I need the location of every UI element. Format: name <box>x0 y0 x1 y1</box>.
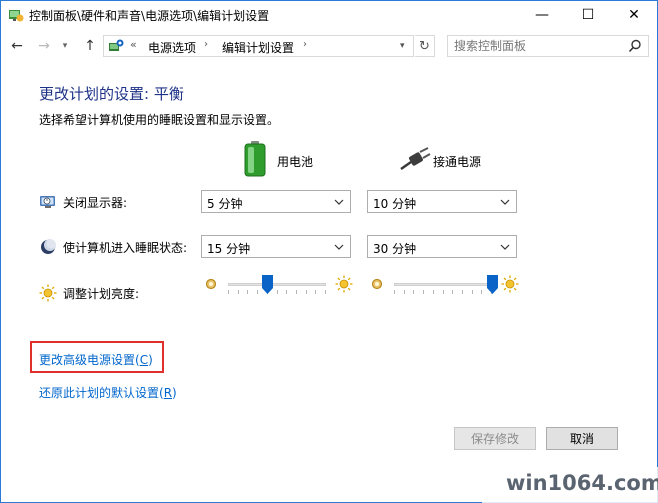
slider-tick <box>472 290 473 294</box>
link-text: 还原此计划的默认设置( <box>39 386 164 400</box>
brightness-label: 调整计划亮度: <box>63 287 140 301</box>
moon-icon <box>41 238 57 254</box>
breadcrumb-separator[interactable]: › <box>204 39 208 50</box>
slider-track[interactable] <box>394 283 492 286</box>
address-bar[interactable]: « 电源选项 › 编辑计划设置 › ▾ <box>103 35 414 57</box>
select-value: 10 分钟 <box>373 197 417 211</box>
slider-tick <box>325 290 326 294</box>
chevron-down-icon <box>334 199 344 205</box>
slider-ticks <box>394 290 492 295</box>
slider-tick <box>286 290 287 294</box>
bright-sun-icon <box>501 275 519 293</box>
slider-tick <box>413 290 414 294</box>
slider-tick <box>423 290 424 294</box>
chevron-down-icon <box>500 199 510 205</box>
dim-sun-icon <box>371 278 383 290</box>
page-subtitle: 选择希望计算机使用的睡眠设置和显示设置。 <box>39 113 280 127</box>
breadcrumb-overflow[interactable]: « <box>130 38 137 51</box>
column-label-plugged-in: 接通电源 <box>433 155 482 169</box>
bright-sun-icon <box>335 275 353 293</box>
cancel-button[interactable]: 取消 <box>546 427 618 450</box>
slider-tick <box>247 290 248 294</box>
power-options-icon <box>109 39 124 51</box>
search-icon[interactable] <box>627 38 643 54</box>
slider-tick <box>238 290 239 294</box>
content-area: 更改计划的设置: 平衡 选择希望计算机使用的睡眠设置和显示设置。 用电池 接通电… <box>1 63 658 503</box>
restore-defaults-link[interactable]: 还原此计划的默认设置(R) <box>39 384 177 401</box>
edit-plan-settings-window: 控制面板\硬件和声音\电源选项\编辑计划设置 — ☐ ✕ ← → ▾ ↑ « 电… <box>0 0 658 503</box>
link-text: ) <box>172 386 177 400</box>
slider-thumb[interactable] <box>487 275 498 294</box>
control-panel-icon <box>9 10 24 22</box>
refresh-button[interactable]: ↻ <box>415 35 435 57</box>
watermark-text: win1064.com <box>506 471 658 495</box>
select-value: 30 分钟 <box>373 242 417 256</box>
watermark: win1064.com <box>482 467 658 503</box>
display-off-plugged-select[interactable]: 10 分钟 <box>367 190 517 213</box>
slider-tick <box>443 290 444 294</box>
brightness-plugged-slider[interactable] <box>370 273 520 297</box>
dim-sun-icon <box>205 278 217 290</box>
power-plug-icon <box>400 147 431 171</box>
select-value: 5 分钟 <box>207 197 243 211</box>
slider-tick <box>296 290 297 294</box>
brightness-battery-slider[interactable] <box>204 273 354 297</box>
display-off-label: 关闭显示器: <box>63 196 128 210</box>
forward-button[interactable]: → <box>35 37 53 55</box>
link-text: 更改高级电源设置( <box>39 353 140 367</box>
page-title: 更改计划的设置: 平衡 <box>39 85 184 103</box>
minimize-button[interactable]: — <box>519 1 565 29</box>
breadcrumb-edit-plan[interactable]: 编辑计划设置 <box>222 39 294 56</box>
back-button[interactable]: ← <box>8 37 26 55</box>
advanced-power-settings-link[interactable]: 更改高级电源设置(C) <box>39 351 153 368</box>
breadcrumb-separator[interactable]: › <box>303 39 307 50</box>
slider-tick <box>315 290 316 294</box>
sun-icon <box>39 284 57 302</box>
slider-tick <box>277 290 278 294</box>
chevron-down-icon <box>334 244 344 250</box>
address-dropdown-icon[interactable]: ▾ <box>400 41 405 51</box>
display-off-battery-select[interactable]: 5 分钟 <box>201 190 351 213</box>
slider-tick <box>394 290 395 294</box>
battery-icon <box>244 141 266 177</box>
slider-tick <box>452 290 453 294</box>
slider-tick <box>433 290 434 294</box>
access-key: C <box>139 353 149 367</box>
navigation-bar: ← → ▾ ↑ « 电源选项 › 编辑计划设置 › ▾ ↻ <box>1 29 657 63</box>
save-changes-button[interactable]: 保存修改 <box>454 427 536 450</box>
chevron-down-icon <box>500 244 510 250</box>
title-bar: 控制面板\硬件和声音\电源选项\编辑计划设置 — ☐ ✕ <box>1 1 657 29</box>
access-key: R <box>163 386 173 400</box>
search-box[interactable] <box>447 35 649 57</box>
up-button[interactable]: ↑ <box>81 37 99 55</box>
slider-ticks <box>228 290 326 295</box>
sleep-plugged-select[interactable]: 30 分钟 <box>367 235 517 258</box>
slider-tick <box>257 290 258 294</box>
sleep-battery-select[interactable]: 15 分钟 <box>201 235 351 258</box>
slider-tick <box>481 290 482 294</box>
recent-locations-dropdown[interactable]: ▾ <box>59 37 71 55</box>
window-title: 控制面板\硬件和声音\电源选项\编辑计划设置 <box>29 9 270 23</box>
slider-tick <box>306 290 307 294</box>
close-button[interactable]: ✕ <box>611 1 657 29</box>
link-text: ) <box>148 353 153 367</box>
slider-tick <box>462 290 463 294</box>
select-value: 15 分钟 <box>207 242 251 256</box>
column-label-battery: 用电池 <box>277 155 314 169</box>
search-input[interactable] <box>454 38 624 54</box>
maximize-button[interactable]: ☐ <box>565 1 611 29</box>
slider-thumb[interactable] <box>262 275 273 294</box>
slider-tick <box>228 290 229 294</box>
slider-tick <box>404 290 405 294</box>
sleep-label: 使计算机进入睡眠状态: <box>63 241 188 255</box>
breadcrumb-power-options[interactable]: 电源选项 <box>148 39 196 56</box>
monitor-clock-icon <box>40 196 55 208</box>
slider-track[interactable] <box>228 283 326 286</box>
